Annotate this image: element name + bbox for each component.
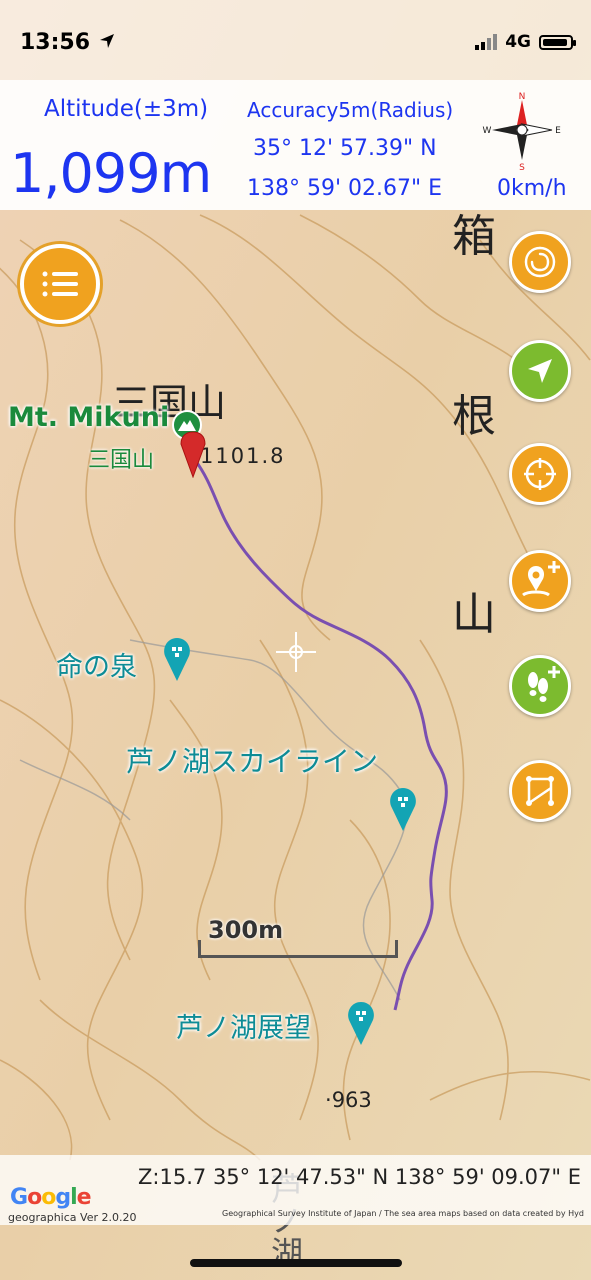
poi-label-spring: 命の泉 bbox=[56, 652, 137, 683]
altitude-label: Altitude(±3m) bbox=[44, 96, 209, 122]
spiral-icon bbox=[524, 246, 556, 278]
battery-icon bbox=[539, 34, 576, 50]
longitude: 138° 59' 02.67" E bbox=[247, 176, 443, 201]
route-button[interactable] bbox=[509, 760, 571, 822]
status-time: 13:56 bbox=[20, 30, 116, 55]
scale-bar bbox=[198, 940, 398, 958]
add-footprints-icon bbox=[528, 666, 560, 702]
vertical-char-2: 根 bbox=[452, 391, 496, 442]
route-icon bbox=[526, 776, 554, 806]
speed: 0km/h bbox=[497, 176, 567, 201]
vertical-char-3: 山 bbox=[452, 589, 496, 640]
accuracy-label: Accuracy5m(Radius) bbox=[247, 98, 454, 122]
center-button[interactable] bbox=[509, 443, 571, 505]
menu-button[interactable] bbox=[20, 244, 100, 324]
peak-elevation: 1101.8 bbox=[200, 444, 286, 468]
compass-s: S bbox=[519, 163, 525, 172]
peak-name-jp: 三国山 bbox=[88, 448, 155, 473]
google-letter: e bbox=[76, 1185, 92, 1210]
google-logo-text: Google bbox=[10, 1185, 92, 1210]
crosshair-icon bbox=[524, 458, 556, 490]
add-pin-icon bbox=[522, 561, 560, 597]
home-indicator[interactable] bbox=[190, 1259, 402, 1267]
google-logo: Google bbox=[10, 1185, 92, 1210]
poi-label-view: 芦ノ湖展望 bbox=[176, 1013, 311, 1044]
app-version: geographica Ver 2.0.20 bbox=[8, 1211, 137, 1224]
compass-e: E bbox=[555, 126, 561, 136]
network-type: 4G bbox=[505, 32, 531, 52]
poi-pin-spring-icon[interactable] bbox=[162, 636, 192, 686]
google-letter: g bbox=[55, 1185, 71, 1210]
google-letter: o bbox=[41, 1185, 56, 1210]
status-bar: 13:56 4G bbox=[0, 0, 591, 80]
current-location-pin-icon bbox=[180, 431, 206, 478]
compass-icon[interactable]: N S W E bbox=[480, 88, 564, 172]
rotate-map-button[interactable] bbox=[509, 231, 571, 293]
altitude-value: 1,099m bbox=[10, 142, 212, 205]
poi-label-skyline: 芦ノ湖スカイライン bbox=[126, 745, 379, 778]
map-credit: Geographical Survey Institute of Japan /… bbox=[222, 1209, 584, 1218]
poi-pin-view-icon[interactable] bbox=[346, 1000, 376, 1050]
elevation-point: ·963 bbox=[325, 1088, 372, 1112]
compass-n: N bbox=[519, 92, 526, 102]
add-track-button[interactable] bbox=[509, 655, 571, 717]
locate-button[interactable] bbox=[509, 340, 571, 402]
poi-pin-skyline-icon[interactable] bbox=[388, 786, 418, 836]
status-indicators: 4G bbox=[475, 32, 576, 52]
zoom-coordinates: Z:15.7 35° 12' 47.53" N 138° 59' 09.07" … bbox=[138, 1165, 581, 1189]
list-icon bbox=[42, 271, 78, 297]
elevation-point-value: 963 bbox=[331, 1088, 372, 1112]
compass-w: W bbox=[483, 126, 492, 136]
status-time-text: 13:56 bbox=[20, 30, 91, 55]
add-point-button[interactable] bbox=[509, 550, 571, 612]
peak-name-en: Mt. Mikuni bbox=[8, 402, 170, 433]
navigation-arrow-icon bbox=[528, 359, 552, 383]
bottom-bar: Z:15.7 35° 12' 47.53" N 138° 59' 09.07" … bbox=[0, 1155, 591, 1225]
location-arrow-icon bbox=[99, 34, 114, 48]
google-letter: o bbox=[27, 1185, 42, 1210]
latitude: 35° 12' 57.39" N bbox=[253, 136, 437, 161]
signal-icon bbox=[475, 34, 498, 50]
info-panel: Altitude(±3m) 1,099m Accuracy5m(Radius) … bbox=[0, 80, 591, 210]
google-letter: G bbox=[10, 1185, 28, 1210]
